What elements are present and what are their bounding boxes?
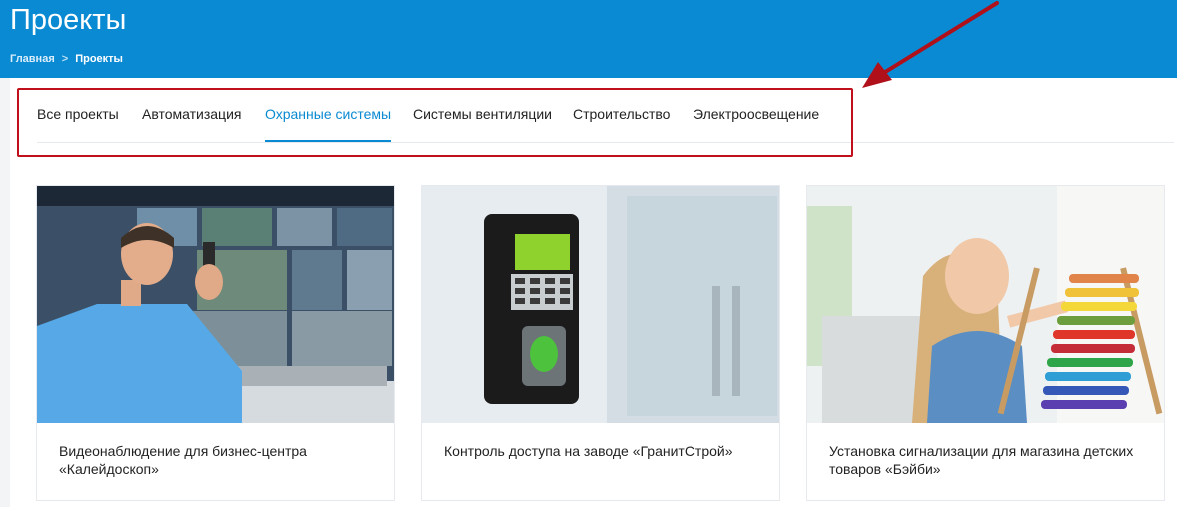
project-title[interactable]: Контроль доступа на заводе «ГранитСтрой»: [444, 442, 754, 460]
breadcrumb: Главная > Проекты: [10, 53, 123, 65]
project-title[interactable]: Видеонаблюдение для бизнес-центра «Калей…: [59, 442, 369, 478]
project-card-access-control[interactable]: Контроль доступа на заводе «ГранитСтрой»: [421, 185, 780, 501]
breadcrumb-home-link[interactable]: Главная: [10, 53, 55, 65]
annotation-arrow-icon: [862, 1, 999, 88]
breadcrumb-separator-icon: >: [61, 53, 69, 65]
security-guard-monitoring-photo: [37, 186, 394, 423]
annotation-highlight-box: [17, 88, 853, 157]
project-card-alarm-installation[interactable]: Установка сигнализации для магазина детс…: [806, 185, 1165, 501]
fingerprint-access-terminal-photo: [422, 186, 779, 423]
page-title: Проекты: [10, 4, 127, 36]
project-card-video-surveillance[interactable]: Видеонаблюдение для бизнес-центра «Калей…: [36, 185, 395, 501]
child-with-abacus-photo: [807, 186, 1164, 423]
project-title[interactable]: Установка сигнализации для магазина детс…: [829, 442, 1139, 478]
breadcrumb-current: Проекты: [75, 53, 123, 65]
